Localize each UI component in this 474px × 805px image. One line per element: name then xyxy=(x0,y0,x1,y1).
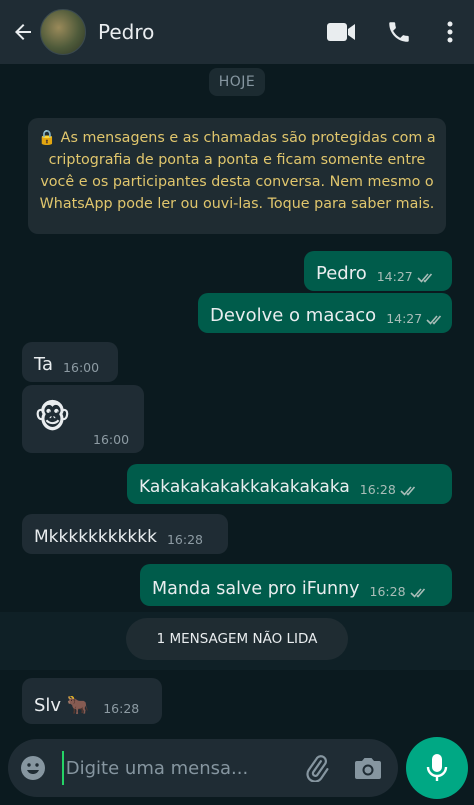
read-ticks-icon xyxy=(417,272,437,284)
paperclip-icon xyxy=(305,755,329,782)
emoji-button[interactable] xyxy=(18,752,48,784)
back-arrow-icon xyxy=(15,24,31,40)
message-bubble-incoming[interactable]: Mkkkkkkkkkkk 16:28 xyxy=(22,514,228,554)
phone-icon xyxy=(389,22,409,42)
voice-call-button[interactable] xyxy=(382,15,416,49)
mic-icon xyxy=(426,754,448,781)
attach-button[interactable] xyxy=(301,751,333,785)
message-text: Ta xyxy=(34,354,54,375)
message-time: 16:00 xyxy=(93,432,130,447)
unread-count-label: 1 MENSAGEM NÃO LIDA xyxy=(126,618,348,660)
message-time: 16:28 xyxy=(103,701,140,716)
emoji-icon xyxy=(20,756,45,780)
read-ticks-icon xyxy=(400,485,420,497)
encryption-notice[interactable]: 🔒 As mensagens e as chamadas são protegi… xyxy=(28,118,446,234)
message-bubble-outgoing[interactable]: Devolve o macaco 14:27 xyxy=(198,293,452,333)
message-bubble-outgoing[interactable]: Manda salve pro iFunny 16:28 xyxy=(140,564,452,606)
message-time: 16:28 xyxy=(369,584,406,599)
message-text: Kakakakakakkakakakaka xyxy=(139,477,350,497)
message-list[interactable]: HOJE 🔒 As mensagens e as chamadas são pr… xyxy=(0,64,474,729)
message-bubble-outgoing[interactable]: Kakakakakakkakakakaka 16:28 xyxy=(127,464,452,504)
message-bubble-incoming[interactable]: Ta 16:00 xyxy=(22,342,118,382)
unread-separator: 1 MENSAGEM NÃO LIDA xyxy=(0,612,474,670)
contact-name[interactable]: Pedro xyxy=(98,20,324,44)
back-button[interactable] xyxy=(8,17,38,47)
message-time: 16:28 xyxy=(166,532,203,547)
message-time: 14:27 xyxy=(376,269,413,284)
message-bubble-incoming[interactable]: 🐵 16:00 xyxy=(22,385,144,453)
message-bubble-incoming[interactable]: Slv 🐂 16:28 xyxy=(22,678,162,724)
message-text: Slv 🐂 xyxy=(34,695,90,716)
message-composer xyxy=(8,739,398,797)
more-vert-icon xyxy=(447,21,453,43)
read-ticks-icon xyxy=(409,587,430,599)
message-text: Manda salve pro iFunny xyxy=(152,579,360,599)
chat-header: Pedro xyxy=(0,0,474,64)
message-input[interactable] xyxy=(61,751,291,785)
date-label: HOJE xyxy=(209,68,265,96)
message-text: Pedro xyxy=(316,263,367,284)
message-emoji: 🐵 xyxy=(34,398,71,436)
voice-record-button[interactable] xyxy=(406,737,468,799)
camera-button[interactable] xyxy=(352,751,384,785)
message-time: 14:27 xyxy=(386,311,423,326)
message-text: Devolve o macaco xyxy=(210,305,377,326)
camera-icon xyxy=(355,758,382,779)
video-call-icon xyxy=(327,23,355,41)
message-time: 16:28 xyxy=(359,482,396,497)
message-text: Mkkkkkkkkkkk xyxy=(34,527,157,547)
more-options-button[interactable] xyxy=(440,15,460,49)
message-bubble-outgoing[interactable]: Pedro 14:27 xyxy=(304,251,452,291)
message-time: 16:00 xyxy=(63,360,100,375)
read-ticks-icon xyxy=(426,314,446,326)
video-call-button[interactable] xyxy=(324,15,358,49)
avatar[interactable] xyxy=(40,9,86,55)
